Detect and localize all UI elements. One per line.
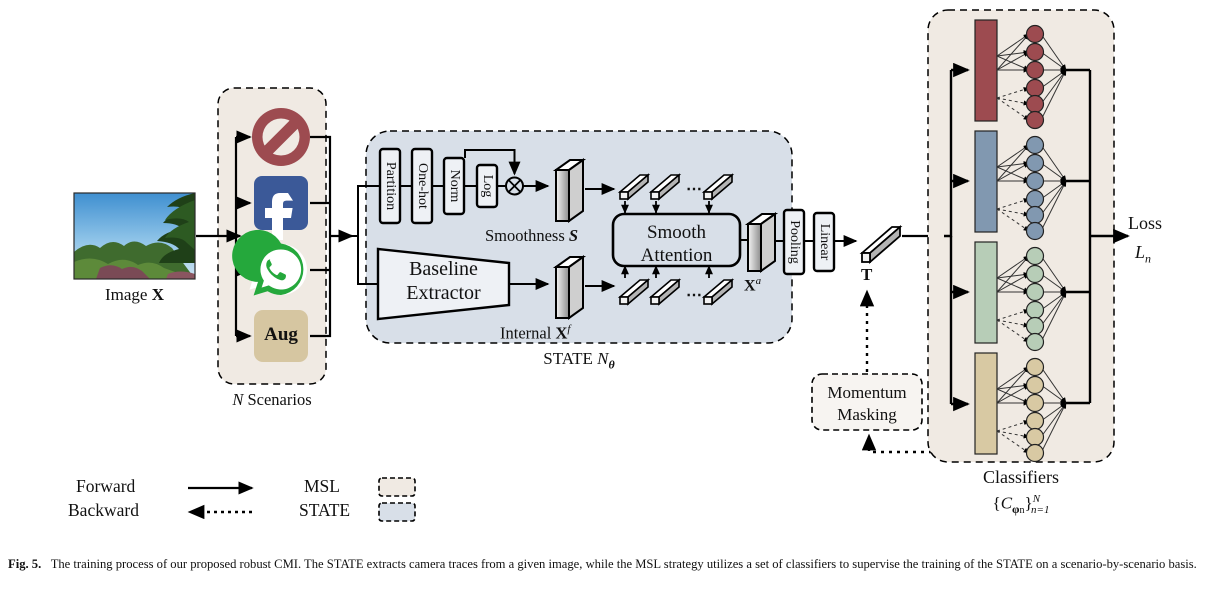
legend-forward-label: Forward xyxy=(76,476,136,496)
classifiers-notation: {Cφn}Nn=1 xyxy=(992,493,1050,517)
token-ellipsis-top: ⋯ xyxy=(686,181,703,198)
input-image-thumbnail xyxy=(74,193,195,279)
loss-symbol: Ln xyxy=(1135,242,1152,266)
diagram-svg xyxy=(73,9,1130,522)
classifiers-caption: Classifiers xyxy=(983,467,1059,487)
legend-state-swatch xyxy=(378,502,416,522)
figure-caption: Fig. 5. The training process of our prop… xyxy=(8,556,1204,574)
figure-caption-text: The training process of our proposed rob… xyxy=(50,557,1197,571)
attended-label: Xa xyxy=(744,275,762,295)
prohibition-icon xyxy=(252,108,310,166)
block-label-log: Log xyxy=(480,174,495,198)
trace-label: T xyxy=(861,265,873,284)
trace-vector xyxy=(859,225,903,264)
legend-msl-swatch xyxy=(378,477,416,497)
block-label-pooling: Pooling xyxy=(787,220,802,264)
classifiers-region xyxy=(927,9,1115,463)
aug-label: Aug xyxy=(264,324,298,345)
smooth-attention-label: Smooth Attention xyxy=(640,222,713,266)
figure-canvas: Image X Aug N Scenarios Partition One-ho… xyxy=(0,0,1211,610)
scenarios-caption: N Scenarios xyxy=(232,390,312,409)
legend-state-label: STATE xyxy=(299,500,351,520)
legend-msl-label: MSL xyxy=(304,476,340,496)
internal-label: Internal Xf xyxy=(500,323,571,343)
token-ellipsis-bottom: ⋯ xyxy=(686,287,703,304)
attended-feature-map xyxy=(744,212,779,273)
loss-label: Loss xyxy=(1128,213,1163,233)
smoothness-label: Smoothness S xyxy=(485,226,579,245)
block-label-norm: Norm xyxy=(447,169,462,203)
momentum-masking-label: Momentum Masking xyxy=(827,383,907,424)
block-label-one-hot: One-hot xyxy=(415,163,430,209)
smoothness-feature-map xyxy=(552,158,587,223)
block-label-partition: Partition xyxy=(383,161,398,211)
state-caption: STATE Nθ xyxy=(543,349,615,372)
block-label-linear: Linear xyxy=(817,223,832,261)
figure-number: Fig. 5. xyxy=(8,557,42,571)
baseline-extractor-label: Baseline Extractor xyxy=(406,258,481,305)
multiply-operator xyxy=(505,176,524,196)
internal-feature-map xyxy=(552,255,587,320)
input-image-label: Image X xyxy=(104,285,164,304)
legend-backward-label: Backward xyxy=(68,500,139,520)
